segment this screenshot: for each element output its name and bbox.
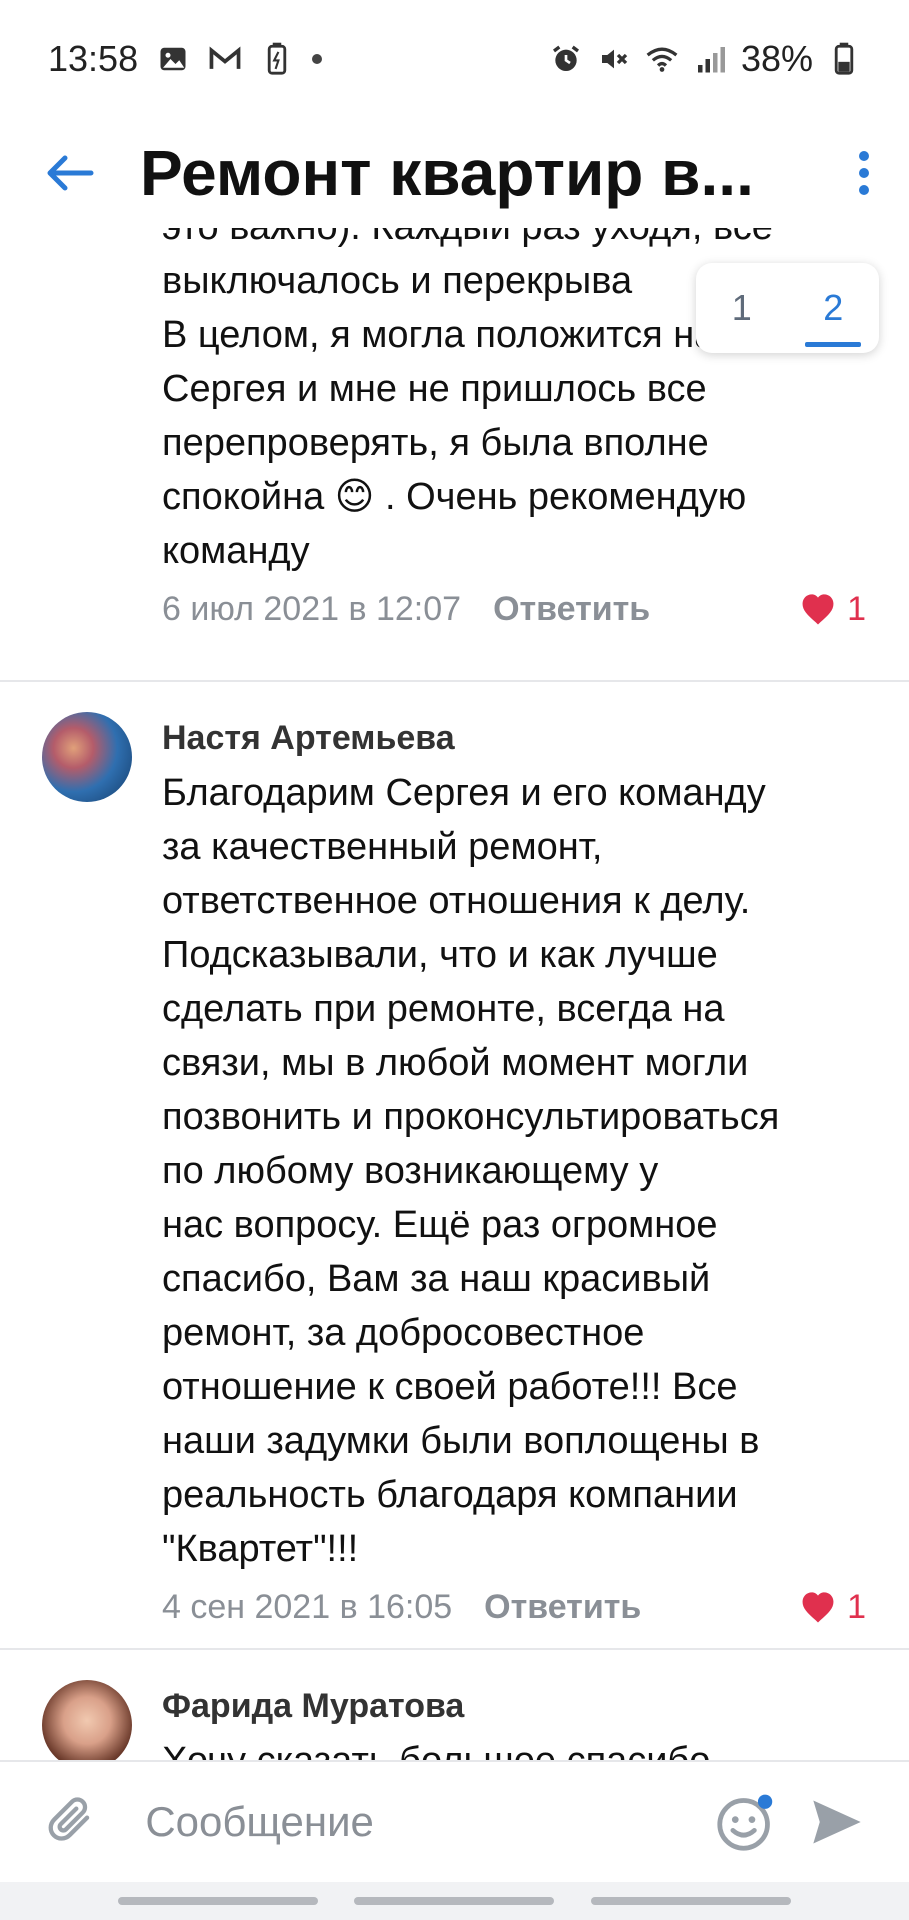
mute-icon — [597, 42, 631, 76]
gmail-icon — [208, 42, 242, 76]
comment-date: 4 сен 2021 в 16:05 — [162, 1587, 453, 1626]
status-bar: 13:58 38% — [0, 0, 909, 118]
status-left: 13:58 — [48, 38, 323, 80]
like-button[interactable]: 1 — [799, 590, 866, 629]
comment-author[interactable]: Фарида Муратова — [162, 1678, 882, 1734]
nav-recents-handle[interactable] — [118, 1897, 319, 1905]
comment-text-line: это важно). Каждый раз уходя, все — [162, 228, 882, 254]
message-input-bar — [0, 1760, 909, 1882]
page-1-button[interactable]: 1 — [718, 277, 766, 339]
comment-text-line: Сергея и мне не пришлось все — [162, 368, 707, 410]
comment-text-line: "Квартет"!!! — [162, 1528, 359, 1570]
comment-2: Настя Артемьева Благодарим Сергея и его … — [162, 710, 882, 1634]
arrow-left-icon — [47, 155, 94, 191]
send-button[interactable] — [804, 1787, 871, 1857]
message-input[interactable] — [143, 1797, 689, 1847]
app-header: Ремонт квартир в... — [0, 118, 909, 228]
battery-icon — [827, 42, 861, 76]
heart-icon — [802, 1592, 834, 1623]
send-icon — [813, 1800, 862, 1844]
comment-divider — [0, 1648, 909, 1650]
image-icon — [156, 42, 190, 76]
comments-feed[interactable]: это важно). Каждый раз уходя, все выключ… — [0, 228, 909, 1760]
more-vertical-icon — [859, 151, 869, 195]
battery-percent: 38% — [740, 38, 813, 79]
comment-text-line: наши задумки были воплощены в — [162, 1420, 760, 1462]
comment-text-line: позвонить и проконсультироваться — [162, 1096, 780, 1138]
avatar[interactable] — [42, 712, 132, 802]
status-time: 13:58 — [48, 38, 139, 79]
back-button[interactable] — [0, 118, 140, 228]
paperclip-icon — [48, 1797, 89, 1841]
more-options-button[interactable] — [819, 118, 909, 228]
comment-text-line: реальность благодаря компании — [162, 1474, 738, 1516]
comment-text-line: связи, мы в любой момент могли — [162, 1042, 749, 1084]
comment-text-line: нас вопросу. Ещё раз огромное — [162, 1204, 718, 1246]
like-count: 1 — [847, 1587, 866, 1626]
nav-home-handle[interactable] — [354, 1897, 555, 1905]
comment-author[interactable]: Настя Артемьева — [162, 710, 882, 766]
alarm-icon — [549, 42, 583, 76]
comment-text-line: отношение к своей работе!!! Все — [162, 1366, 738, 1408]
comment-text-line: Подсказывали, что и как лучше — [162, 934, 718, 976]
attach-button[interactable] — [38, 1787, 105, 1857]
status-right: 38% — [549, 38, 861, 80]
comment-text-line: спасибо, Вам за наш красивый — [162, 1258, 711, 1300]
comment-text-line: сделать при ремонте, всегда на — [162, 988, 725, 1030]
comment-text-line: спокойна 😊 . Очень рекомендую — [162, 476, 747, 518]
heart-icon — [802, 594, 834, 625]
page-switcher: 1 2 — [696, 263, 879, 353]
battery-saver-icon — [260, 42, 294, 76]
comment-meta: 6 июл 2021 в 12:07 Ответить 1 — [162, 582, 882, 636]
comment-divider — [0, 680, 909, 682]
like-button[interactable]: 1 — [799, 1588, 866, 1627]
comment-text-line: перепроверять, я была вполне — [162, 422, 709, 464]
page-2-button[interactable]: 2 — [805, 277, 862, 347]
comment-meta: 4 сен 2021 в 16:05 Ответить 1 — [162, 1580, 882, 1634]
comment-text-line: за качественный ремонт, — [162, 826, 603, 868]
comment-text-line: Благодарим Сергея и его команду — [162, 772, 766, 814]
comment-3: Фарида Муратова Хочу сказать большое спа… — [162, 1678, 882, 1760]
comment-text-line: по любому возникающему у — [162, 1150, 659, 1192]
system-nav-bar — [0, 1882, 909, 1920]
comment-text-line: команду — [162, 530, 310, 572]
reply-button[interactable]: Ответить — [484, 1588, 641, 1627]
comment-date: 6 июл 2021 в 12:07 — [162, 589, 462, 628]
page-title: Ремонт квартир в... — [140, 137, 754, 209]
nav-back-handle[interactable] — [590, 1897, 791, 1905]
comment-text-line: ремонт, за добросовестное — [162, 1312, 645, 1354]
reply-button[interactable]: Ответить — [493, 590, 650, 629]
avatar[interactable] — [42, 1680, 132, 1760]
comment-text-line: ответственное отношения к делу. — [162, 880, 751, 922]
emoji-icon — [717, 1794, 773, 1851]
comment-text-line: Хочу сказать большое спасибо — [162, 1734, 882, 1760]
like-count: 1 — [847, 589, 866, 628]
wifi-icon — [645, 42, 679, 76]
signal-icon — [693, 42, 727, 76]
notification-dot-icon — [312, 54, 323, 64]
emoji-button[interactable] — [712, 1787, 779, 1857]
